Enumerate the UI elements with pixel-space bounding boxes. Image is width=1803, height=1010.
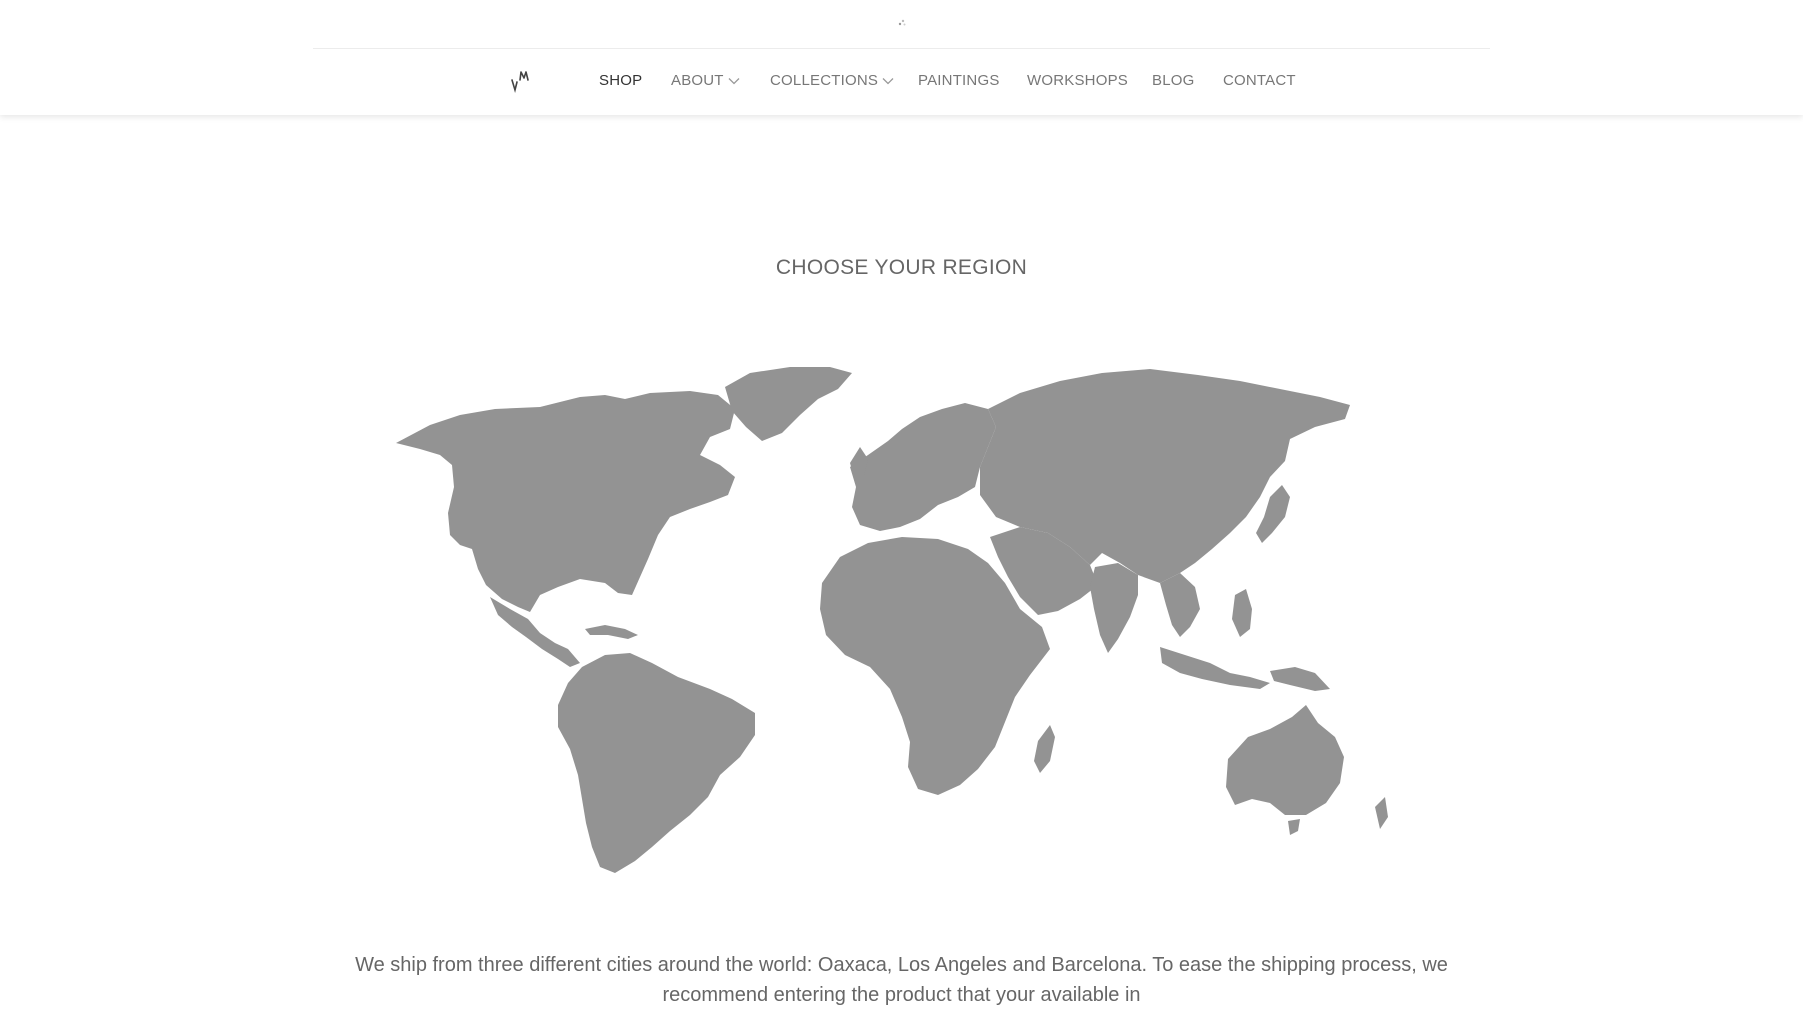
region-europe[interactable]	[850, 403, 996, 531]
shipping-info: We ship from three different cities arou…	[355, 954, 1448, 1006]
chevron-down-icon	[728, 77, 740, 84]
nav-contact[interactable]: CONTACT	[1223, 72, 1296, 89]
nav-contact-label: CONTACT	[1223, 72, 1296, 89]
nav-collections[interactable]: COLLECTIONS	[770, 72, 894, 89]
region-new-zealand[interactable]	[1375, 797, 1388, 829]
nav-paintings-label: PAINTINGS	[918, 72, 1000, 89]
region-central-america[interactable]	[490, 597, 580, 667]
page-title: CHOOSE YOUR REGION	[775, 256, 1028, 279]
region-greenland[interactable]	[725, 367, 852, 441]
region-india[interactable]	[1090, 563, 1138, 653]
nav-about[interactable]: ABOUT	[671, 72, 740, 89]
nav-workshops-label: WORKSHOPS	[1027, 72, 1128, 89]
main-nav: SHOP ABOUT COLLECTIONS PAINTINGS WORKSHO…	[0, 72, 1803, 92]
region-caribbean[interactable]	[585, 625, 638, 639]
region-madagascar[interactable]	[1034, 725, 1055, 773]
loading-spinner-icon	[898, 19, 906, 26]
nav-blog-label: BLOG	[1152, 72, 1195, 89]
region-new-guinea[interactable]	[1270, 667, 1330, 691]
world-map	[390, 337, 1420, 879]
region-indonesia[interactable]	[1160, 647, 1270, 689]
nav-paintings[interactable]: PAINTINGS	[918, 72, 1000, 89]
nav-about-label: ABOUT	[671, 72, 724, 89]
chevron-down-icon	[882, 77, 894, 84]
nav-shop-label: SHOP	[599, 72, 643, 89]
site-header: SHOP ABOUT COLLECTIONS PAINTINGS WORKSHO…	[0, 0, 1803, 115]
region-southeast-asia[interactable]	[1160, 573, 1200, 637]
region-north-america[interactable]	[396, 391, 735, 612]
region-australia[interactable]	[1226, 705, 1344, 815]
region-philippines[interactable]	[1232, 589, 1252, 637]
nav-workshops[interactable]: WORKSHOPS	[1027, 72, 1128, 89]
nav-shop[interactable]: SHOP	[599, 72, 642, 89]
nav-blog[interactable]: BLOG	[1152, 72, 1194, 89]
region-selector: CHOOSE YOUR REGION We ship from three di…	[0, 115, 1803, 1006]
nav-collections-label: COLLECTIONS	[770, 72, 879, 89]
region-south-america[interactable]	[558, 653, 755, 873]
region-tasmania[interactable]	[1288, 819, 1300, 835]
header-divider	[313, 48, 1490, 49]
